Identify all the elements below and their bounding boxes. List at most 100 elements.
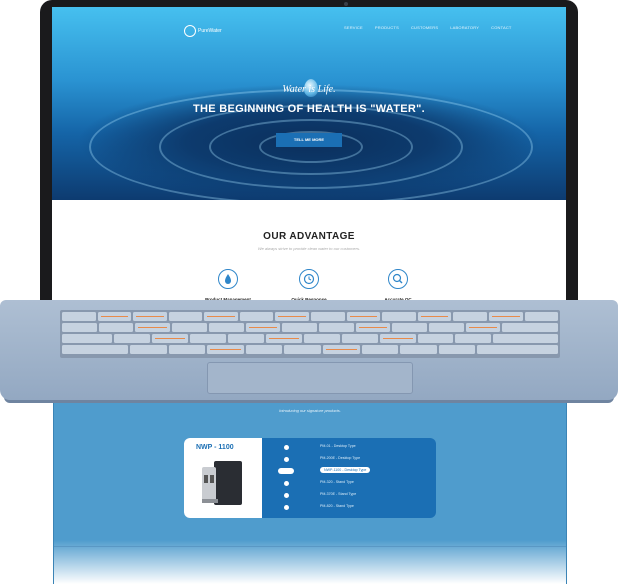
model-item[interactable]: PM-01 - Desktop Type — [278, 442, 428, 454]
keyboard-key[interactable] — [488, 312, 523, 321]
nav-products[interactable]: PRODUCTS — [375, 25, 399, 30]
logo-mark-icon — [184, 25, 196, 37]
keyboard-key[interactable] — [453, 312, 487, 321]
site-logo[interactable]: PureWater — [184, 25, 222, 37]
keyboard-key[interactable] — [465, 323, 501, 332]
keyboard-key[interactable] — [227, 334, 264, 343]
active-pill-icon — [278, 468, 294, 474]
keyboard-key[interactable] — [392, 323, 428, 332]
model-item[interactable]: PM-370E - Stand Type — [278, 490, 428, 502]
keyboard-key[interactable] — [135, 323, 171, 332]
nav-contact[interactable]: CONTACT — [491, 25, 511, 30]
water-purifier-image — [202, 461, 242, 505]
webcam-icon — [344, 2, 348, 6]
bullet-icon — [284, 493, 289, 498]
keyboard-key[interactable] — [318, 323, 354, 332]
keyboard-key[interactable] — [303, 334, 340, 343]
products-section-panel: Introducing our signature products. NWP … — [53, 392, 567, 584]
keyboard-key[interactable] — [311, 312, 345, 321]
advantage-item: Product Management — [188, 269, 268, 302]
product-photo: NWP - 1100 — [184, 438, 262, 518]
laptop-base — [0, 300, 618, 404]
keyboard-key[interactable] — [62, 323, 97, 332]
clock-icon — [299, 269, 319, 289]
model-item[interactable]: PM-820 - Stand Type — [278, 502, 428, 514]
keyboard-key[interactable] — [284, 345, 321, 354]
keyboard — [60, 310, 560, 358]
laptop-screen: PureWater SERVICE PRODUCTS CUSTOMERS LAB… — [52, 7, 566, 305]
keyboard-row — [62, 345, 558, 354]
nav-customers[interactable]: CUSTOMERS — [411, 25, 438, 30]
logo-text: PureWater — [198, 28, 222, 34]
keyboard-key[interactable] — [207, 345, 244, 354]
bullet-icon — [284, 445, 289, 450]
keyboard-key[interactable] — [152, 334, 189, 343]
hero-banner: PureWater SERVICE PRODUCTS CUSTOMERS LAB… — [52, 7, 566, 200]
model-item[interactable]: PM-320 - Stand Type — [278, 478, 428, 490]
keyboard-key[interactable] — [265, 334, 302, 343]
advantage-item: Accurate QC — [358, 269, 438, 302]
keyboard-key[interactable] — [346, 312, 381, 321]
keyboard-key[interactable] — [62, 345, 128, 354]
fade-overlay — [54, 540, 566, 584]
keyboard-key[interactable] — [133, 312, 167, 321]
advantage-subtitle: We always strive to provide clean water … — [257, 246, 361, 251]
keyboard-key[interactable] — [172, 323, 207, 332]
keyboard-key[interactable] — [502, 323, 558, 332]
keyboard-row — [62, 334, 558, 343]
advantage-title: OUR ADVANTAGE — [263, 231, 355, 242]
touchpad[interactable] — [207, 362, 413, 394]
keyboard-key[interactable] — [341, 334, 378, 343]
product-card: NWP - 1100 PM-01 - Desktop Type PM-200E … — [184, 438, 436, 518]
keyboard-key[interactable] — [62, 312, 96, 321]
keyboard-key[interactable] — [361, 345, 399, 354]
product-model-name: NWP - 1100 — [196, 444, 234, 451]
keyboard-key[interactable] — [168, 345, 206, 354]
keyboard-key[interactable] — [382, 312, 416, 321]
keyboard-key[interactable] — [429, 323, 464, 332]
keyboard-row — [62, 312, 559, 321]
keyboard-key[interactable] — [245, 345, 283, 354]
keyboard-key[interactable] — [493, 334, 558, 343]
water-drop-icon — [218, 269, 238, 289]
keyboard-key[interactable] — [379, 334, 416, 343]
keyboard-key[interactable] — [438, 345, 476, 354]
keyboard-key[interactable] — [129, 345, 167, 354]
bullet-icon — [284, 457, 289, 462]
keyboard-key[interactable] — [168, 312, 203, 321]
keyboard-key[interactable] — [114, 334, 151, 343]
keyboard-key[interactable] — [400, 345, 437, 354]
keyboard-key[interactable] — [98, 323, 134, 332]
tell-me-more-button[interactable]: TELL ME MORE — [276, 133, 342, 147]
model-item[interactable]: PM-200E - Desktop Type — [278, 454, 428, 466]
keyboard-key[interactable] — [245, 323, 281, 332]
bullet-icon — [284, 481, 289, 486]
magnifier-icon — [388, 269, 408, 289]
hero-headline: THE BEGINNING OF HEALTH IS "WATER". — [193, 103, 425, 115]
nav-service[interactable]: SERVICE — [344, 25, 363, 30]
bullet-icon — [284, 505, 289, 510]
hero-tagline: Water is Life. — [282, 84, 336, 95]
keyboard-key[interactable] — [524, 312, 559, 321]
keyboard-key[interactable] — [190, 334, 226, 343]
keyboard-row — [62, 323, 558, 332]
keyboard-key[interactable] — [275, 312, 310, 321]
keyboard-key[interactable] — [208, 323, 244, 332]
keyboard-key[interactable] — [417, 334, 454, 343]
keyboard-key[interactable] — [417, 312, 452, 321]
keyboard-key[interactable] — [282, 323, 317, 332]
keyboard-key[interactable] — [97, 312, 132, 321]
nav-laboratory[interactable]: LABORATORY — [450, 25, 479, 30]
products-subtitle: Introducing our signature products. — [279, 408, 341, 413]
keyboard-key[interactable] — [322, 345, 360, 354]
keyboard-key[interactable] — [355, 323, 391, 332]
keyboard-key[interactable] — [477, 345, 558, 354]
keyboard-key[interactable] — [204, 312, 238, 321]
model-item-active[interactable]: NWP-1100 - Desktop Type — [278, 466, 428, 478]
advantage-item: Quick Response — [269, 269, 349, 302]
keyboard-key[interactable] — [62, 334, 113, 343]
top-nav: SERVICE PRODUCTS CUSTOMERS LABORATORY CO… — [344, 25, 512, 30]
keyboard-key[interactable] — [239, 312, 274, 321]
model-list: PM-01 - Desktop Type PM-200E - Desktop T… — [278, 442, 428, 514]
keyboard-key[interactable] — [455, 334, 492, 343]
